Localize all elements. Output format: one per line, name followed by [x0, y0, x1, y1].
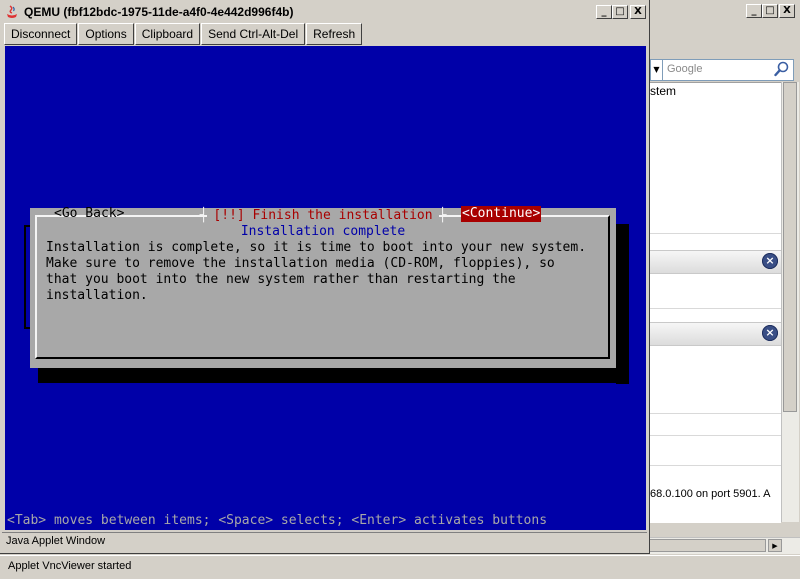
- dialog-shadow-right: [616, 224, 629, 384]
- qemu-titlebar: QEMU (fbf12bdc-1975-11de-a4f0-4e442d996f…: [2, 2, 646, 22]
- maximize-button[interactable]: □: [612, 5, 628, 19]
- options-button[interactable]: Options: [78, 23, 134, 45]
- qemu-window: QEMU (fbf12bdc-1975-11de-a4f0-4e442d996f…: [0, 0, 650, 554]
- close-icon[interactable]: ×: [762, 325, 778, 341]
- dialog-title-text: [!!] Finish the installation: [207, 208, 439, 223]
- scrollbar-thumb[interactable]: [783, 82, 797, 412]
- continue-button[interactable]: <Continue>: [461, 206, 542, 222]
- send-ctrl-alt-del-button[interactable]: Send Ctrl-Alt-Del: [201, 23, 306, 45]
- divider: [648, 233, 781, 234]
- background-close-button[interactable]: X: [779, 4, 795, 18]
- dialog-message: Installation is complete, so it is time …: [46, 240, 587, 303]
- divider: [648, 435, 781, 436]
- clipboard-button[interactable]: Clipboard: [134, 23, 201, 45]
- horizontal-scrollbar[interactable]: ▶: [648, 537, 800, 554]
- refresh-button[interactable]: Refresh: [306, 23, 363, 45]
- connection-info-text: 68.0.100 on port 5901. A: [650, 488, 771, 500]
- vertical-scrollbar[interactable]: [781, 82, 799, 522]
- scrollbar-thumb[interactable]: [648, 539, 766, 552]
- java-icon: [4, 4, 20, 23]
- dialog-shadow-bottom: [38, 368, 629, 383]
- search-placeholder: Google: [667, 63, 703, 75]
- close-button[interactable]: X: [630, 5, 646, 19]
- applet-status-text: Applet VncViewer started: [8, 560, 132, 572]
- close-icon[interactable]: ×: [762, 253, 778, 269]
- vnc-toolbar: Disconnect Options Clipboard Send Ctrl-A…: [4, 23, 363, 45]
- go-back-button[interactable]: <Go Back>: [54, 206, 124, 222]
- search-input[interactable]: Google: [662, 59, 794, 81]
- content-text-fragment: stem: [650, 84, 677, 98]
- keyboard-help-line: <Tab> moves between items; <Space> selec…: [7, 513, 548, 528]
- java-applet-status: Java Applet Window: [2, 532, 647, 552]
- divider: [648, 413, 781, 414]
- scroll-right-arrow[interactable]: ▶: [768, 539, 782, 552]
- collapsible-bar-1: ×: [648, 250, 781, 274]
- disconnect-button[interactable]: Disconnect: [4, 23, 78, 45]
- background-titlebar: _ □ X: [648, 0, 800, 24]
- divider: [648, 465, 781, 466]
- background-maximize-button[interactable]: □: [762, 4, 778, 18]
- background-minimize-button[interactable]: _: [746, 4, 762, 18]
- search-row: ▼ Google: [648, 56, 800, 82]
- background-content: stem × ×: [648, 82, 781, 523]
- search-icon[interactable]: [774, 61, 790, 80]
- background-browser-window: _ □ X ▼ Google stem × × 68.0.100 on port…: [648, 0, 800, 558]
- minimize-button[interactable]: _: [596, 5, 612, 19]
- java-applet-label: Java Applet Window: [6, 535, 106, 547]
- applet-status-bar: Applet VncViewer started: [0, 555, 800, 579]
- vnc-screen[interactable]: ┤ [!!] Finish the installation ├ Installat…: [5, 46, 646, 530]
- title-bracket-right: ├: [438, 208, 447, 223]
- window-title: QEMU (fbf12bdc-1975-11de-a4f0-4e442d996f…: [24, 5, 294, 19]
- divider: [648, 308, 781, 309]
- collapsible-bar-2: ×: [648, 322, 781, 346]
- installer-dialog: ┤ [!!] Finish the installation ├ Installat…: [30, 208, 616, 368]
- dialog-subtitle: Installation complete: [240, 224, 406, 239]
